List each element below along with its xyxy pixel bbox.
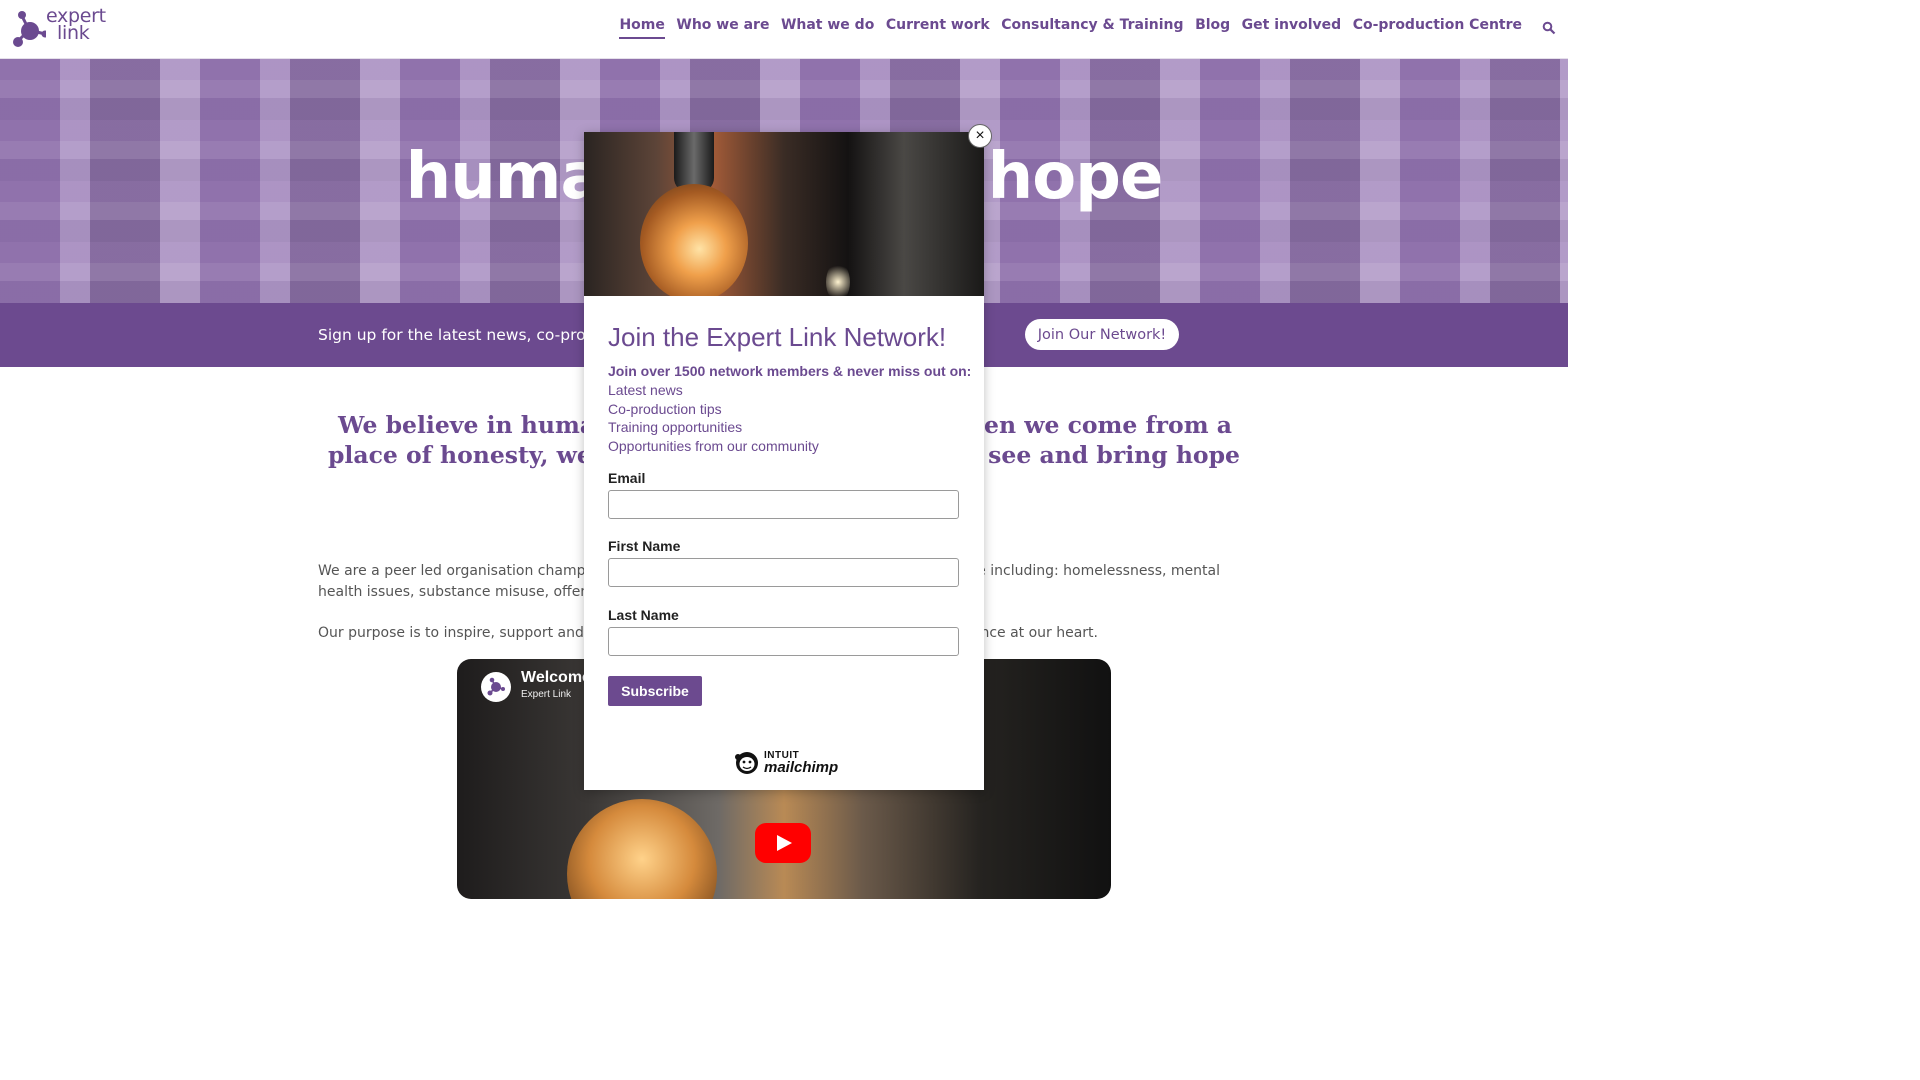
last-name-label: Last Name: [608, 607, 679, 623]
lightbulb-neck-shape: [674, 132, 714, 192]
subscribe-button[interactable]: Subscribe: [608, 676, 702, 706]
mailchimp-wordmark: mailchimp: [764, 759, 839, 776]
belief-line2-right: to see and bring hope: [953, 441, 1240, 469]
expert-link-logo[interactable]: expert link: [12, 7, 112, 52]
lightbulb-shape: [640, 184, 748, 296]
join-network-button[interactable]: Join Our Network!: [1025, 319, 1179, 350]
belief-line2-left: place of honesty, we c: [328, 441, 615, 469]
site-header: expert link Home Who we are What we do C…: [0, 0, 1568, 59]
main-nav: Home Who we are What we do Current work …: [608, 17, 1522, 39]
nav-co-production-centre[interactable]: Co-production Centre: [1353, 17, 1522, 39]
mailchimp-freddie-icon: [735, 752, 758, 774]
logo-wordmark: expert link: [46, 7, 106, 44]
nav-blog[interactable]: Blog: [1195, 17, 1230, 39]
video-title[interactable]: Welcome: [521, 669, 591, 687]
nav-get-involved[interactable]: Get involved: [1242, 17, 1342, 39]
benefit-item: Co-production tips: [608, 400, 722, 417]
benefit-item: Opportunities from our community: [608, 437, 819, 454]
nav-current-work[interactable]: Current work: [886, 17, 990, 39]
video-channel-name[interactable]: Expert Link: [521, 689, 571, 700]
video-thumbnail-bulb: [567, 799, 717, 899]
belief-line1-right: When we come from a: [940, 411, 1232, 439]
belief-line1-left: We believe in humani: [338, 411, 622, 439]
newsletter-signup-modal: × Join the Expert Link Network! Join ove…: [584, 124, 992, 790]
email-field[interactable]: [608, 490, 959, 519]
first-name-label: First Name: [608, 538, 681, 554]
modal-header-image: [584, 132, 984, 296]
modal-title: Join the Expert Link Network!: [608, 322, 947, 352]
modal-lead-text: Join over 1500 network members & never m…: [608, 363, 972, 379]
intro-para-left: We are a peer led organisation championi: [318, 563, 611, 579]
benefits-list: Latest news Co-production tips Training …: [608, 381, 819, 455]
logo-molecule-icon: [13, 11, 49, 47]
hero-title-right: hope: [987, 140, 1164, 214]
channel-avatar[interactable]: [481, 672, 511, 702]
intro-para-right: tage including: homelessness, mental: [954, 563, 1220, 579]
nav-what-we-do[interactable]: What we do: [781, 17, 874, 39]
hero-title-left: huma: [405, 140, 604, 214]
search-icon[interactable]: [1542, 21, 1556, 35]
mailchimp-logo[interactable]: INTUIT mailchimp: [734, 748, 838, 778]
nav-who-we-are[interactable]: Who we are: [676, 17, 769, 39]
background-glow-shape: [826, 262, 850, 296]
nav-consultancy-training[interactable]: Consultancy & Training: [1001, 17, 1183, 39]
first-name-field[interactable]: [608, 558, 959, 587]
logo-line-link: link: [57, 22, 90, 44]
close-modal-button[interactable]: ×: [968, 124, 992, 148]
purpose-para-left: Our purpose is to inspire, support and c…: [318, 625, 614, 641]
email-label: Email: [608, 470, 646, 486]
benefit-item: Training opportunities: [608, 419, 743, 435]
benefit-item: Latest news: [608, 382, 683, 398]
purpose-para-right: ience at our heart.: [967, 625, 1098, 641]
youtube-play-button[interactable]: [755, 823, 811, 863]
nav-home[interactable]: Home: [619, 17, 665, 39]
last-name-field[interactable]: [608, 627, 959, 656]
channel-logo-icon: [487, 677, 505, 696]
signup-banner-text: Sign up for the latest news, co-producti: [318, 326, 625, 344]
